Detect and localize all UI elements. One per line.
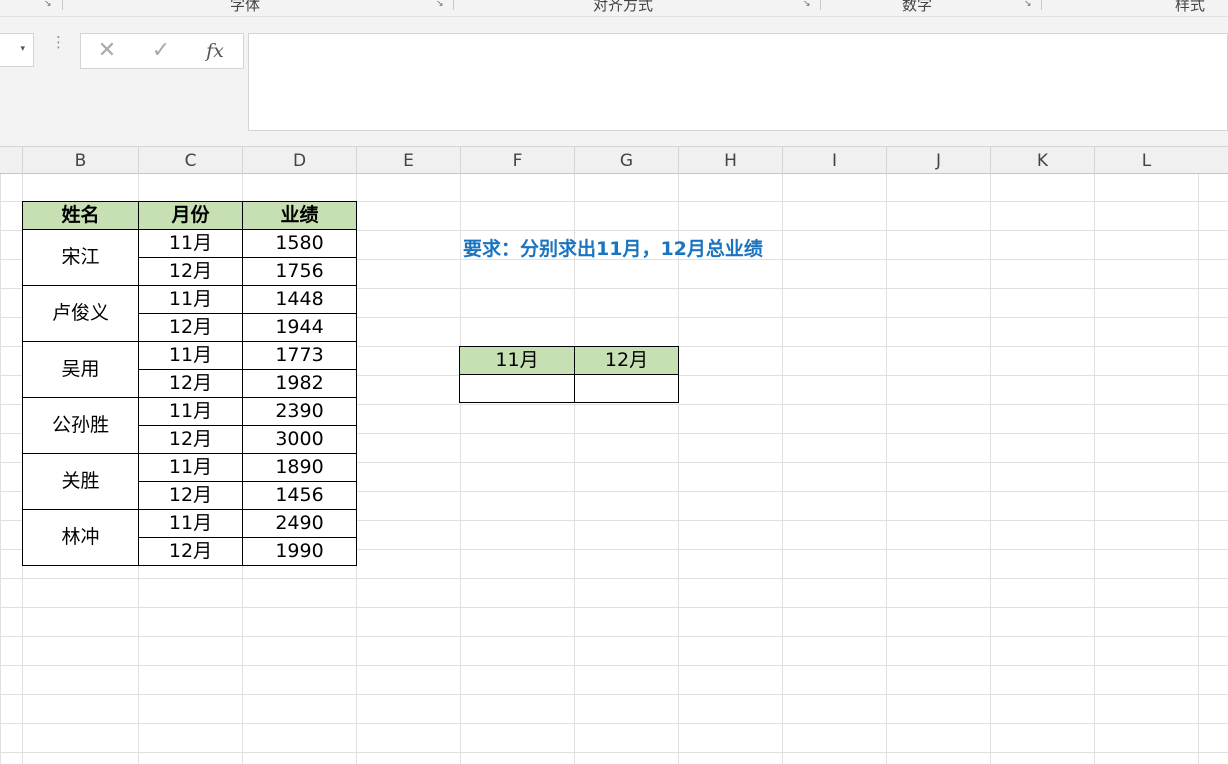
header-month-cell[interactable]: 月份: [138, 201, 243, 230]
table-row: 林冲 11月 2490: [22, 509, 357, 566]
name-cell[interactable]: 卢俊义: [22, 285, 139, 342]
table-row: 吴用 11月 1773: [22, 341, 357, 398]
month-cell[interactable]: 12月: [138, 369, 243, 398]
sales-cell[interactable]: 1773: [242, 341, 357, 370]
month-cell[interactable]: 11月: [138, 229, 243, 258]
name-cell[interactable]: 宋江: [22, 229, 139, 286]
number-dialog-launcher-icon[interactable]: ↘: [1024, 0, 1036, 9]
sales-cell[interactable]: 1756: [242, 257, 357, 286]
formula-bar: ▾ ⋮ ✕ ✓ fx: [0, 17, 1228, 146]
cancel-icon[interactable]: ✕: [89, 38, 125, 64]
name-cell[interactable]: 林冲: [22, 509, 139, 566]
month-cell[interactable]: 11月: [138, 509, 243, 538]
column-header-i[interactable]: I: [782, 147, 886, 174]
sales-cell[interactable]: 2390: [242, 397, 357, 426]
gridline: [1198, 174, 1199, 764]
sales-cell[interactable]: 1890: [242, 453, 357, 482]
summary-header-row: 11月 12月: [459, 346, 679, 375]
sales-cell[interactable]: 1944: [242, 313, 357, 342]
column-header-f[interactable]: F: [460, 147, 574, 174]
column-header-j[interactable]: J: [886, 147, 990, 174]
table-row: 关胜 11月 1890: [22, 453, 357, 510]
ribbon-group-styles: 样式: [1174, 0, 1206, 14]
gridline: [678, 174, 679, 764]
summary-total-nov-cell[interactable]: [459, 374, 575, 403]
group-divider: [62, 0, 63, 10]
name-box[interactable]: ▾: [0, 33, 34, 67]
ribbon-group-number: 数字: [901, 0, 933, 14]
enter-check-icon[interactable]: ✓: [143, 38, 179, 64]
month-cell[interactable]: 12月: [138, 481, 243, 510]
column-header-c[interactable]: C: [138, 147, 242, 174]
table-row: 卢俊义 11月 1448: [22, 285, 357, 342]
table-row: 宋江 11月 1580: [22, 229, 357, 286]
gridline: [990, 174, 991, 764]
alignment-dialog-launcher-icon[interactable]: ↘: [803, 0, 815, 9]
gridline: [574, 174, 575, 764]
header-name-cell[interactable]: 姓名: [22, 201, 139, 230]
month-cell[interactable]: 12月: [138, 313, 243, 342]
month-cell[interactable]: 12月: [138, 537, 243, 566]
formula-bar-buttons: ✕ ✓ fx: [80, 33, 244, 69]
column-header-l[interactable]: L: [1094, 147, 1198, 174]
column-header-k[interactable]: K: [990, 147, 1094, 174]
summary-value-row: [459, 374, 679, 403]
ribbon-group-alignment: 对齐方式: [592, 0, 654, 14]
gridline: [886, 174, 887, 764]
month-cell[interactable]: 11月: [138, 341, 243, 370]
month-cell[interactable]: 11月: [138, 453, 243, 482]
column-header-row: B C D E F G H I J K L: [0, 146, 1228, 174]
insert-function-icon[interactable]: fx: [197, 38, 233, 64]
group-divider: [820, 0, 821, 10]
summary-header-dec[interactable]: 12月: [574, 346, 679, 375]
month-cell[interactable]: 11月: [138, 397, 243, 426]
sales-table: 姓名 月份 业绩 宋江 11月 1580 12月 1756 卢俊义 11月 14…: [22, 201, 357, 566]
gridline: [460, 174, 461, 764]
formula-input[interactable]: [248, 33, 1228, 131]
header-sales-cell[interactable]: 业绩: [242, 201, 357, 230]
column-header-h[interactable]: H: [678, 147, 782, 174]
font-dialog-launcher-icon[interactable]: ↘: [436, 0, 448, 9]
name-cell[interactable]: 关胜: [22, 453, 139, 510]
chevron-down-icon[interactable]: ▾: [20, 44, 25, 54]
month-cell[interactable]: 12月: [138, 425, 243, 454]
group-divider: [1041, 0, 1042, 10]
summary-table: 11月 12月: [459, 346, 679, 403]
table-header-row: 姓名 月份 业绩: [22, 201, 357, 230]
table-row: 公孙胜 11月 2390: [22, 397, 357, 454]
summary-total-dec-cell[interactable]: [574, 374, 679, 403]
sales-cell[interactable]: 3000: [242, 425, 357, 454]
ribbon-group-labels: ↘ 字体 ↘ 对齐方式 ↘ 数字 ↘ 样式: [0, 0, 1228, 17]
sales-cell[interactable]: 1456: [242, 481, 357, 510]
gridline: [782, 174, 783, 764]
column-header-g[interactable]: G: [574, 147, 678, 174]
name-cell[interactable]: 吴用: [22, 341, 139, 398]
sales-cell[interactable]: 1982: [242, 369, 357, 398]
month-cell[interactable]: 11月: [138, 285, 243, 314]
formula-bar-grip-icon[interactable]: ⋮: [51, 35, 66, 50]
summary-header-nov[interactable]: 11月: [459, 346, 575, 375]
sales-cell[interactable]: 1990: [242, 537, 357, 566]
sales-cell[interactable]: 1448: [242, 285, 357, 314]
sales-cell[interactable]: 2490: [242, 509, 357, 538]
column-header-b[interactable]: B: [22, 147, 138, 174]
sales-cell[interactable]: 1580: [242, 229, 357, 258]
ribbon-group-font: 字体: [229, 0, 261, 14]
group-divider: [453, 0, 454, 10]
month-cell[interactable]: 12月: [138, 257, 243, 286]
column-header-e[interactable]: E: [356, 147, 460, 174]
name-cell[interactable]: 公孙胜: [22, 397, 139, 454]
gridline: [1094, 174, 1095, 764]
column-header-d[interactable]: D: [242, 147, 356, 174]
dialog-launcher-icon[interactable]: ↘: [44, 0, 56, 9]
requirement-note[interactable]: 要求：分别求出11月，12月总业绩: [463, 234, 763, 261]
